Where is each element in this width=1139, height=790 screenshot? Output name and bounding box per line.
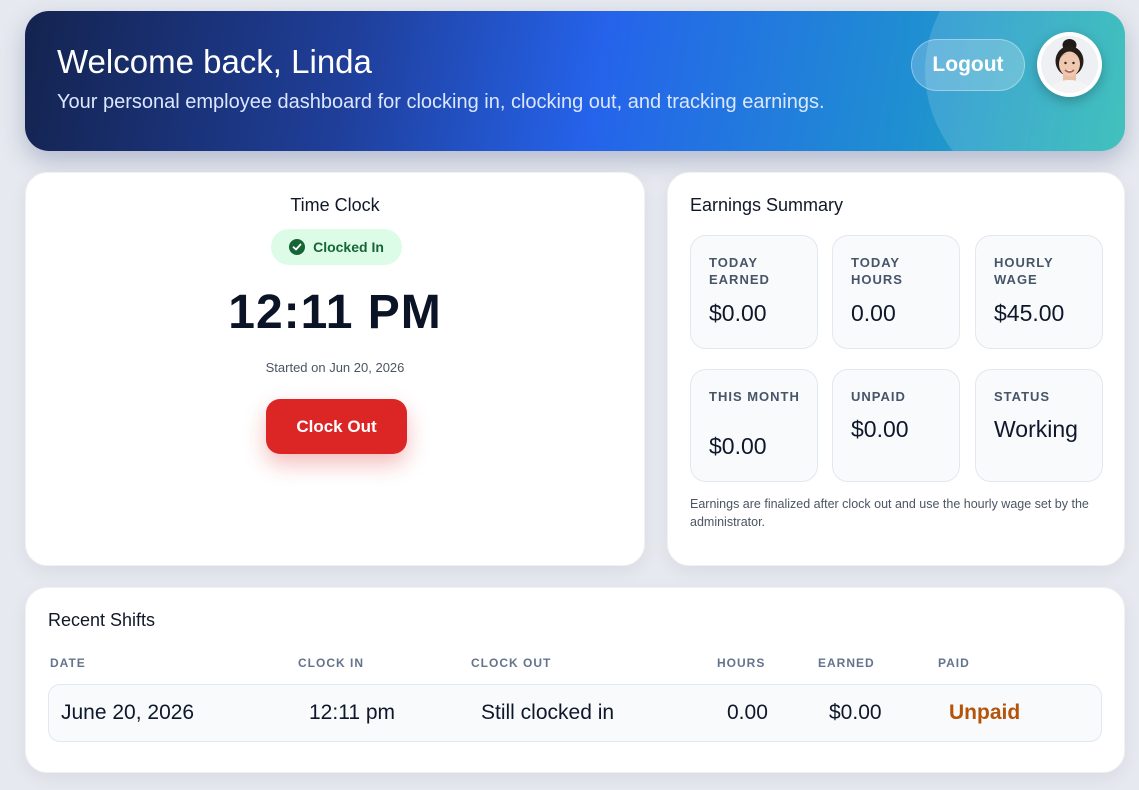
cell-clock-out: Still clocked in [481,701,615,724]
check-circle-icon [289,239,306,255]
stat-label: This Month [709,389,800,404]
time-clock-card: Time Clock Clocked In 12:11 PM Started o… [25,172,645,566]
status-badge: Clocked In [271,229,402,265]
stat-value: 0.00 [851,300,896,326]
cell-date: June 20, 2026 [61,701,195,724]
avatar[interactable] [1037,32,1102,97]
time-clock-title: Time Clock [290,195,380,215]
column-header-clock-in: Clock In [298,656,364,670]
column-header-earned: Earned [818,656,875,670]
earnings-summary-title: Earnings Summary [690,195,844,215]
stat-value: $0.00 [709,433,767,459]
stat-value: $0.00 [709,300,767,326]
cell-paid-status: Unpaid [949,701,1021,724]
cell-clock-in: 12:11 pm [309,701,395,724]
recent-shifts-title: Recent Shifts [48,610,156,630]
stat-today-hours: Today Hours 0.00 [832,235,960,349]
stat-value: Working [994,416,1078,442]
column-header-clock-out: Clock Out [471,656,552,670]
page-subtitle: Your personal employee dashboard for clo… [57,91,825,113]
column-header-date: Date [50,656,86,670]
column-header-paid: Paid [938,656,970,670]
current-time: 12:11 PM [228,286,442,339]
stat-today-earned: Today Earned $0.00 [690,235,818,349]
stat-this-month: This Month $0.00 [690,369,818,482]
stat-label: Today Hours [851,255,903,287]
stat-label: Status [994,389,1051,404]
stat-hourly-wage: Hourly Wage $45.00 [975,235,1103,349]
earnings-summary-card: Earnings Summary Today Earned $0.00 Toda… [667,172,1125,566]
recent-shifts-card: Recent Shifts Date Clock In Clock Out Ho… [25,587,1125,773]
shift-start-text: Started on Jun 20, 2026 [265,360,405,375]
page-title: Welcome back, Linda [57,43,372,80]
status-badge-label: Clocked In [313,239,384,255]
stat-status: Status Working [975,369,1103,482]
dashboard-header: Welcome back, Linda Your personal employ… [25,11,1125,151]
column-header-hours: Hours [717,656,766,670]
stat-label: Hourly Wage [994,255,1054,287]
stat-value: $45.00 [994,300,1065,326]
cell-earned: $0.00 [829,701,882,724]
stat-unpaid: Unpaid $0.00 [832,369,960,482]
user-avatar-icon [1041,36,1098,93]
logout-button[interactable]: Logout [911,39,1025,91]
earnings-note: Earnings are finalized after clock out a… [690,497,1089,529]
stat-value: $0.00 [851,416,909,442]
table-row: June 20, 2026 12:11 pm Still clocked in … [48,684,1102,742]
cell-hours: 0.00 [727,701,768,724]
stat-label: Today Earned [709,255,770,287]
clock-out-button[interactable]: Clock Out [266,399,407,454]
stat-label: Unpaid [851,389,906,404]
